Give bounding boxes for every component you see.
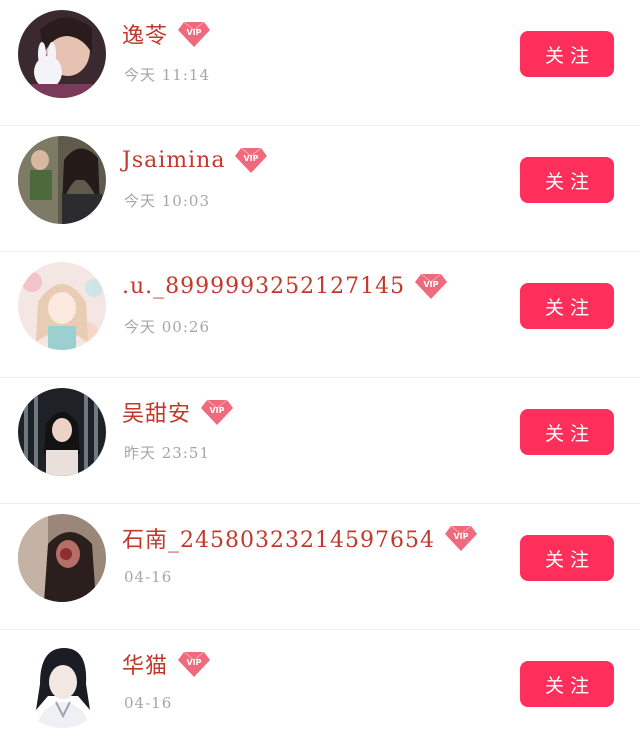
username[interactable]: 华猫 (122, 648, 168, 680)
vip-label: VIP (424, 280, 439, 289)
vip-diamond-icon: VIP (444, 525, 477, 551)
avatar[interactable] (18, 136, 106, 224)
follow-button[interactable]: 关注 (520, 409, 614, 455)
timestamp: 今天 11:14 (124, 66, 210, 84)
timestamp: 今天 00:26 (124, 318, 210, 336)
username[interactable]: .u._8999993252127145 (122, 274, 405, 299)
list-item[interactable]: .u._8999993252127145 VIP 今天 00:26 关注 (0, 252, 640, 378)
list-item[interactable]: 石南_24580323214597654 VIP 04-16 关注 (0, 504, 640, 630)
vip-label: VIP (187, 28, 202, 37)
timestamp: 04-16 (124, 568, 173, 586)
follow-button[interactable]: 关注 (520, 535, 614, 581)
vip-diamond-icon: VIP (178, 21, 211, 47)
follow-button[interactable]: 关注 (520, 661, 614, 707)
vip-label: VIP (187, 658, 202, 667)
username[interactable]: 吴甜安 (122, 396, 191, 428)
vip-diamond-icon: VIP (235, 147, 268, 173)
vip-label: VIP (453, 532, 468, 541)
avatar[interactable] (18, 640, 106, 728)
avatar[interactable] (18, 10, 106, 98)
username[interactable]: 石南_24580323214597654 (122, 522, 435, 554)
timestamp: 04-16 (124, 694, 173, 712)
avatar[interactable] (18, 514, 106, 602)
follow-button[interactable]: 关注 (520, 283, 614, 329)
timestamp: 今天 10:03 (124, 192, 210, 210)
follow-button[interactable]: 关注 (520, 157, 614, 203)
vip-label: VIP (210, 406, 225, 415)
follow-button[interactable]: 关注 (520, 31, 614, 77)
list-item[interactable]: Jsaimina VIP 今天 10:03 关注 (0, 126, 640, 252)
avatar[interactable] (18, 388, 106, 476)
vip-diamond-icon: VIP (201, 399, 234, 425)
timestamp: 昨天 23:51 (124, 444, 210, 462)
avatar[interactable] (18, 262, 106, 350)
username[interactable]: 逸苓 (122, 18, 168, 50)
list-item[interactable]: 吴甜安 VIP 昨天 23:51 关注 (0, 378, 640, 504)
username[interactable]: Jsaimina (122, 148, 225, 173)
follow-list: 逸苓 VIP 今天 11:14 关注 Jsaimina VIP 今天 10:03… (0, 0, 640, 746)
vip-diamond-icon: VIP (178, 651, 211, 677)
vip-diamond-icon: VIP (415, 273, 448, 299)
vip-label: VIP (244, 154, 259, 163)
list-item[interactable]: 华猫 VIP 04-16 关注 (0, 630, 640, 756)
list-item[interactable]: 逸苓 VIP 今天 11:14 关注 (0, 0, 640, 126)
